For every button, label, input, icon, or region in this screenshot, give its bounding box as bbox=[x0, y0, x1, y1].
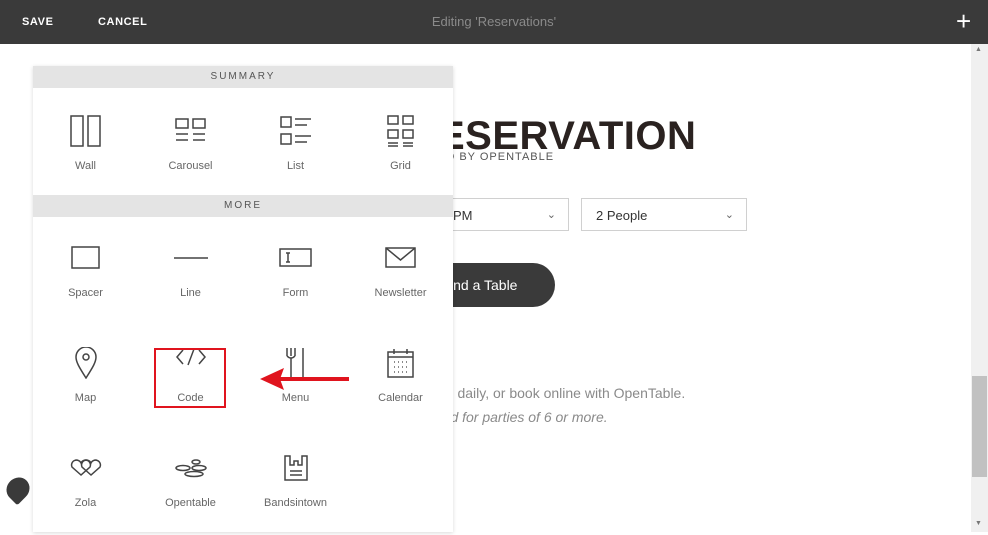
block-form[interactable]: Form bbox=[243, 225, 348, 325]
block-carousel[interactable]: Carousel bbox=[138, 98, 243, 198]
block-calendar[interactable]: Calendar bbox=[348, 330, 453, 430]
plus-icon[interactable]: + bbox=[956, 0, 971, 42]
bandsintown-icon bbox=[243, 451, 348, 485]
block-list[interactable]: List bbox=[243, 98, 348, 198]
time-select-value: PM bbox=[453, 208, 473, 223]
block-label: Opentable bbox=[165, 497, 216, 509]
block-label: Carousel bbox=[168, 160, 213, 172]
block-map[interactable]: Map bbox=[33, 330, 138, 430]
block-label: Grid bbox=[390, 160, 411, 172]
block-picker-panel: SUMMARY Wall Carousel List Grid MORE Spa… bbox=[33, 66, 453, 532]
scroll-up-icon[interactable]: ▲ bbox=[975, 46, 982, 53]
party-size-value: 2 People bbox=[596, 208, 648, 223]
opentable-icon bbox=[138, 451, 243, 485]
calendar-icon bbox=[348, 346, 453, 380]
grid-icon bbox=[348, 114, 453, 148]
block-bandsintown[interactable]: Bandsintown bbox=[243, 435, 348, 535]
section-header-more: MORE bbox=[33, 195, 453, 217]
block-spacer[interactable]: Spacer bbox=[33, 225, 138, 325]
annotation-highlight-box bbox=[154, 348, 226, 408]
annotation-arrow-icon bbox=[258, 364, 350, 399]
block-opentable[interactable]: Opentable bbox=[138, 435, 243, 535]
scroll-down-icon[interactable]: ▼ bbox=[975, 520, 982, 527]
scrollbar-thumb[interactable] bbox=[972, 376, 987, 477]
wall-icon bbox=[33, 114, 138, 148]
powered-by-text: ED BY OPENTABLE bbox=[438, 151, 555, 163]
line-icon bbox=[138, 241, 243, 275]
spacer-icon bbox=[33, 241, 138, 275]
map-pin-icon bbox=[33, 346, 138, 380]
block-grid[interactable]: Grid bbox=[348, 98, 453, 198]
block-label: Spacer bbox=[68, 287, 103, 299]
info-text: 1p daily, or book online with OpenTable. bbox=[438, 385, 686, 401]
block-label: Line bbox=[180, 287, 201, 299]
chevron-down-icon: ⌄ bbox=[724, 209, 734, 221]
list-icon bbox=[243, 114, 348, 148]
block-zola[interactable]: Zola bbox=[33, 435, 138, 535]
envelope-icon bbox=[348, 241, 453, 275]
block-label: Form bbox=[282, 287, 309, 299]
block-line[interactable]: Line bbox=[138, 225, 243, 325]
info-note: red for parties of 6 or more. bbox=[438, 409, 608, 425]
section-header-summary: SUMMARY bbox=[33, 66, 453, 88]
block-newsletter[interactable]: Newsletter bbox=[348, 225, 453, 325]
editor-toolbar: SAVE CANCEL Editing 'Reservations' + bbox=[0, 0, 988, 44]
block-wall[interactable]: Wall bbox=[33, 98, 138, 198]
zola-hearts-icon bbox=[33, 451, 138, 485]
block-label: Map bbox=[74, 392, 97, 404]
block-label: Calendar bbox=[378, 392, 423, 404]
form-icon bbox=[243, 241, 348, 275]
party-size-select[interactable]: 2 People ⌄ bbox=[581, 198, 747, 231]
editing-title: Editing 'Reservations' bbox=[431, 14, 557, 29]
block-label: Wall bbox=[75, 160, 96, 172]
block-label: List bbox=[286, 160, 305, 172]
block-label: Bandsintown bbox=[264, 497, 327, 509]
carousel-icon bbox=[138, 114, 243, 148]
block-label: Newsletter bbox=[374, 287, 427, 299]
block-label: Zola bbox=[74, 497, 97, 509]
chevron-down-icon: ⌄ bbox=[546, 209, 556, 221]
